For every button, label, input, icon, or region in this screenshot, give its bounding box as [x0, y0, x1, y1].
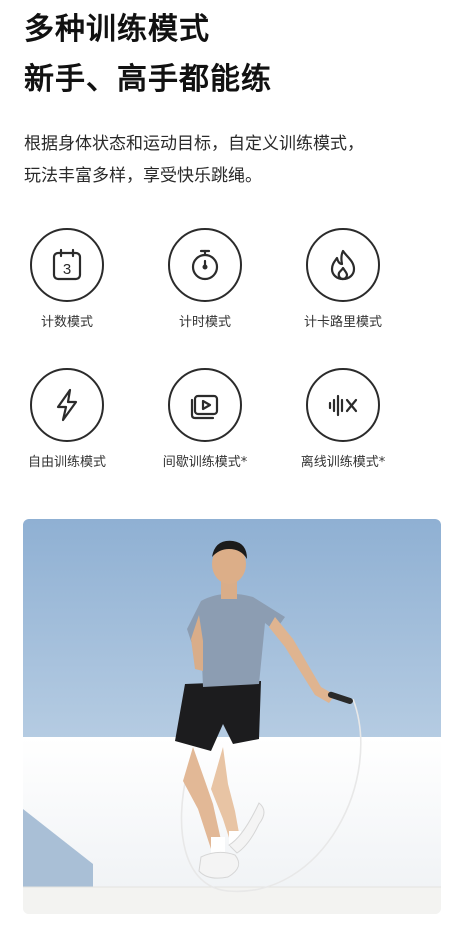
mode-calorie-label: 计卡路里模式 [303, 315, 382, 330]
mode-count[interactable]: 3 计数模式 [0, 228, 142, 332]
headline-line-2: 新手、高手都能练 [24, 62, 272, 97]
mode-offline-label: 离线训练模式* [300, 455, 386, 470]
flame-icon [306, 228, 380, 302]
mode-interval-label: 间歇训练模式* [162, 455, 248, 470]
calendar-icon: 3 [30, 228, 104, 302]
description-line-2: 玩法丰富多样，享受快乐跳绳。 [24, 166, 262, 186]
headline: 多种训练模式 新手、高手都能练 [24, 8, 444, 102]
stopwatch-icon [168, 228, 242, 302]
mode-count-label: 计数模式 [40, 315, 93, 330]
mode-free-label: 自由训练模式 [27, 455, 106, 470]
lightning-icon [30, 368, 104, 442]
mode-time[interactable]: 计时模式 [130, 228, 280, 332]
offline-sound-icon [306, 368, 380, 442]
svg-text:3: 3 [63, 261, 71, 278]
mode-time-label: 计时模式 [178, 315, 231, 330]
description-line-1: 根据身体状态和运动目标，自定义训练模式， [24, 134, 364, 154]
mode-interval[interactable]: 间歇训练模式* [130, 368, 280, 472]
mode-offline[interactable]: 离线训练模式* [268, 368, 418, 472]
interval-video-icon [168, 368, 242, 442]
mode-free[interactable]: 自由训练模式 [0, 368, 142, 472]
man-jumping-rope-photo [23, 519, 441, 914]
description: 根据身体状态和运动目标，自定义训练模式， 玩法丰富多样，享受快乐跳绳。 [24, 128, 444, 192]
headline-line-1: 多种训练模式 [24, 12, 210, 47]
mode-calorie[interactable]: 计卡路里模式 [268, 228, 418, 332]
